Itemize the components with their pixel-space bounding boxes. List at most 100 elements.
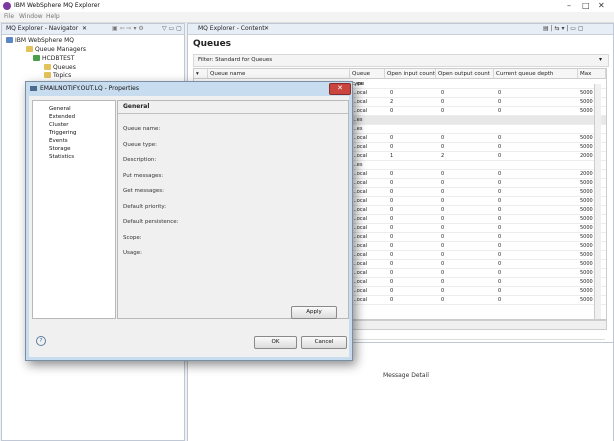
cell-in: 0 bbox=[390, 207, 394, 213]
cell-depth: 0 bbox=[498, 144, 502, 150]
content-title: MQ Explorer - Content bbox=[198, 25, 265, 32]
cell-type: ...es bbox=[352, 162, 363, 168]
cell-out: 0 bbox=[441, 216, 445, 222]
category-list: General Extended Cluster Triggering Even… bbox=[32, 100, 116, 319]
cell-type: ...es bbox=[352, 117, 363, 123]
filter-dropdown-icon[interactable]: ▾ bbox=[599, 56, 602, 63]
maximize-icon[interactable]: □ bbox=[582, 1, 590, 10]
cell-max: 5000 bbox=[580, 261, 593, 267]
cell-depth: 0 bbox=[498, 297, 502, 303]
cell-in: 0 bbox=[390, 243, 394, 249]
mq-app-icon bbox=[3, 2, 11, 10]
cell-out: 0 bbox=[441, 207, 445, 213]
cell-in: 0 bbox=[390, 198, 394, 204]
cell-type: ...ocal bbox=[352, 288, 368, 294]
cell-max: 5000 bbox=[580, 189, 593, 195]
close-icon[interactable]: ✕ bbox=[598, 1, 605, 10]
col-header-queue-type[interactable]: Queue type bbox=[350, 69, 385, 87]
cell-max: 5000 bbox=[580, 252, 593, 258]
cell-max: 5000 bbox=[580, 225, 593, 231]
minimize-icon[interactable]: – bbox=[567, 1, 571, 10]
cell-in: 0 bbox=[390, 90, 394, 96]
folder-icon bbox=[44, 64, 51, 70]
cell-out: 0 bbox=[441, 270, 445, 276]
cell-type: ...ocal bbox=[352, 171, 368, 177]
apply-button[interactable]: Apply bbox=[291, 306, 337, 319]
cell-in: 0 bbox=[390, 225, 394, 231]
toolbar-icons[interactable]: ▣ ⇦ ⇨ ▾ ⚙ bbox=[112, 25, 144, 32]
general-panel: General Queue name: Queue type: Descript… bbox=[117, 100, 349, 319]
cell-depth: 0 bbox=[498, 108, 502, 114]
cell-type: ...ocal bbox=[352, 270, 368, 276]
dialog-titlebar[interactable]: EMAILNOTIFY.OUT.LQ - Properties ✕ bbox=[26, 82, 352, 95]
category-events[interactable]: Events bbox=[49, 138, 68, 144]
window-title: IBM WebSphere MQ Explorer bbox=[14, 2, 100, 9]
cell-depth: 0 bbox=[498, 279, 502, 285]
cell-depth: 0 bbox=[498, 171, 502, 177]
table-vertical-scrollbar[interactable] bbox=[594, 84, 601, 319]
menu-file[interactable]: File bbox=[4, 13, 14, 20]
col-header-open-input[interactable]: Open input count bbox=[385, 69, 436, 79]
properties-dialog: EMAILNOTIFY.OUT.LQ - Properties ✕ Genera… bbox=[25, 81, 353, 361]
view-menu-icon[interactable]: ▽ ▭ ▢ bbox=[162, 25, 182, 32]
help-icon[interactable]: ? bbox=[36, 336, 46, 346]
dialog-close-button[interactable]: ✕ bbox=[329, 83, 351, 95]
cell-depth: 0 bbox=[498, 189, 502, 195]
col-header-current-depth[interactable]: Current queue depth bbox=[494, 69, 578, 79]
page-title: Queues bbox=[193, 39, 232, 49]
cell-type: ...ocal bbox=[352, 279, 368, 285]
field-get-messages-label: Get messages: bbox=[123, 188, 164, 194]
category-cluster[interactable]: Cluster bbox=[49, 122, 69, 128]
mq-root-icon bbox=[6, 37, 13, 43]
menu-window[interactable]: Window bbox=[19, 13, 43, 20]
cell-in: 2 bbox=[390, 99, 394, 105]
content-header: MQ Explorer - Content ✕ ▤ | ⇆ ▾ | ▭ ▢ bbox=[188, 24, 613, 35]
cell-out: 0 bbox=[441, 243, 445, 249]
cell-in: 1 bbox=[390, 153, 394, 159]
cell-in: 0 bbox=[390, 180, 394, 186]
cell-type: ...ocal bbox=[352, 225, 368, 231]
category-extended[interactable]: Extended bbox=[49, 114, 75, 120]
cell-out: 0 bbox=[441, 189, 445, 195]
category-storage[interactable]: Storage bbox=[49, 146, 71, 152]
cell-max: 5000 bbox=[580, 144, 593, 150]
field-default-priority-label: Default priority: bbox=[123, 204, 167, 210]
cell-max: 5000 bbox=[580, 99, 593, 105]
cell-max: 5000 bbox=[580, 288, 593, 294]
ok-button[interactable]: OK bbox=[254, 336, 297, 349]
cell-type: ...ocal bbox=[352, 207, 368, 213]
cell-type: ...ocal bbox=[352, 297, 368, 303]
col-header-open-output[interactable]: Open output count bbox=[436, 69, 494, 79]
col-header-queue-name[interactable]: Queue name bbox=[208, 69, 350, 79]
category-general[interactable]: General bbox=[49, 106, 71, 112]
category-triggering[interactable]: Triggering bbox=[49, 130, 76, 136]
col-header-max[interactable]: Max bbox=[578, 69, 606, 79]
cell-max: 5000 bbox=[580, 216, 593, 222]
category-statistics[interactable]: Statistics bbox=[49, 154, 74, 160]
dialog-body: General Extended Cluster Triggering Even… bbox=[29, 96, 349, 357]
cell-out: 0 bbox=[441, 234, 445, 240]
cell-out: 0 bbox=[441, 144, 445, 150]
cell-type: ...ocal bbox=[352, 180, 368, 186]
content-toolbar-icons[interactable]: ▤ | ⇆ ▾ | ▭ ▢ bbox=[543, 25, 584, 32]
filter-bar[interactable]: Filter: Standard for Queues ▾ bbox=[193, 54, 609, 67]
cell-type: ...ocal bbox=[352, 216, 368, 222]
cell-in: 0 bbox=[390, 216, 394, 222]
cell-max: 5000 bbox=[580, 108, 593, 114]
cell-depth: 0 bbox=[498, 225, 502, 231]
cell-out: 0 bbox=[441, 279, 445, 285]
cell-in: 0 bbox=[390, 279, 394, 285]
menu-help[interactable]: Help bbox=[46, 13, 60, 20]
cell-max: 5000 bbox=[580, 270, 593, 276]
navigator-header: MQ Explorer - Navigator ✕ ▣ ⇦ ⇨ ▾ ⚙ ▽ ▭ … bbox=[2, 24, 184, 35]
field-queue-type-label: Queue type: bbox=[123, 142, 157, 148]
panel-header: General bbox=[118, 101, 348, 114]
cell-max: 2000 bbox=[580, 153, 593, 159]
cancel-button[interactable]: Cancel bbox=[301, 336, 347, 349]
cell-depth: 0 bbox=[498, 270, 502, 276]
navigator-close-icon[interactable]: ✕ bbox=[82, 25, 87, 32]
content-close-icon[interactable]: ✕ bbox=[264, 25, 269, 32]
cell-in: 0 bbox=[390, 144, 394, 150]
field-queue-name-label: Queue name: bbox=[123, 126, 161, 132]
cell-depth: 0 bbox=[498, 180, 502, 186]
